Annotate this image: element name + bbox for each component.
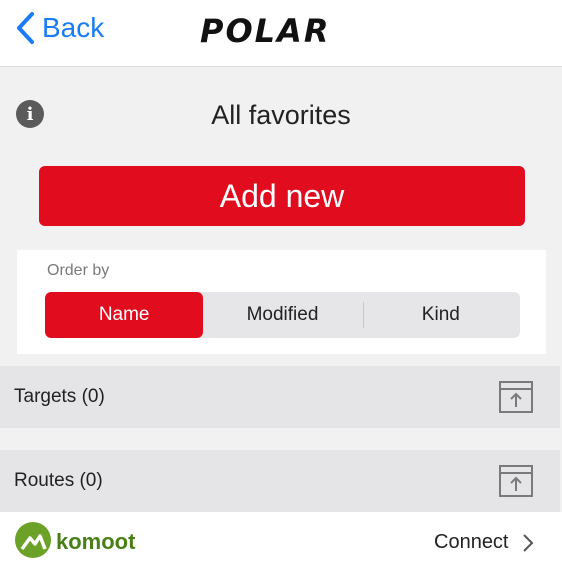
- chevron-left-icon: [17, 12, 34, 44]
- connect-label: Connect: [434, 531, 509, 553]
- targets-label: Targets (0): [14, 386, 105, 407]
- segment-divider: [363, 302, 364, 328]
- add-to-watch-icon[interactable]: [498, 380, 534, 414]
- komoot-connect-bar: komoot Connect: [0, 512, 562, 567]
- add-to-watch-icon[interactable]: [498, 464, 534, 498]
- logo-text: POLAR: [200, 12, 331, 50]
- routes-row[interactable]: Routes (0): [0, 450, 560, 512]
- add-new-button[interactable]: Add new: [39, 166, 525, 226]
- komoot-logo-icon: [15, 522, 51, 558]
- chevron-right-icon: [522, 533, 533, 552]
- routes-label: Routes (0): [14, 470, 103, 491]
- order-option-modified[interactable]: Modified: [203, 292, 361, 338]
- komoot-brand: komoot: [56, 529, 136, 554]
- page-title: All favorites: [211, 100, 351, 130]
- order-by-label: Order by: [47, 262, 110, 279]
- back-button[interactable]: Back: [14, 8, 104, 48]
- order-option-name[interactable]: Name: [45, 292, 204, 338]
- order-by-panel: Order by Name Modified Kind: [17, 250, 546, 354]
- order-option-kind[interactable]: Kind: [362, 292, 520, 338]
- order-by-segmented-control: Name Modified Kind: [45, 292, 520, 338]
- back-label: Back: [42, 12, 105, 43]
- navigation-bar: Back POLAR: [0, 0, 562, 67]
- connect-button[interactable]: Connect: [434, 531, 535, 554]
- targets-row[interactable]: Targets (0): [0, 366, 560, 428]
- polar-logo: POLAR: [200, 12, 362, 50]
